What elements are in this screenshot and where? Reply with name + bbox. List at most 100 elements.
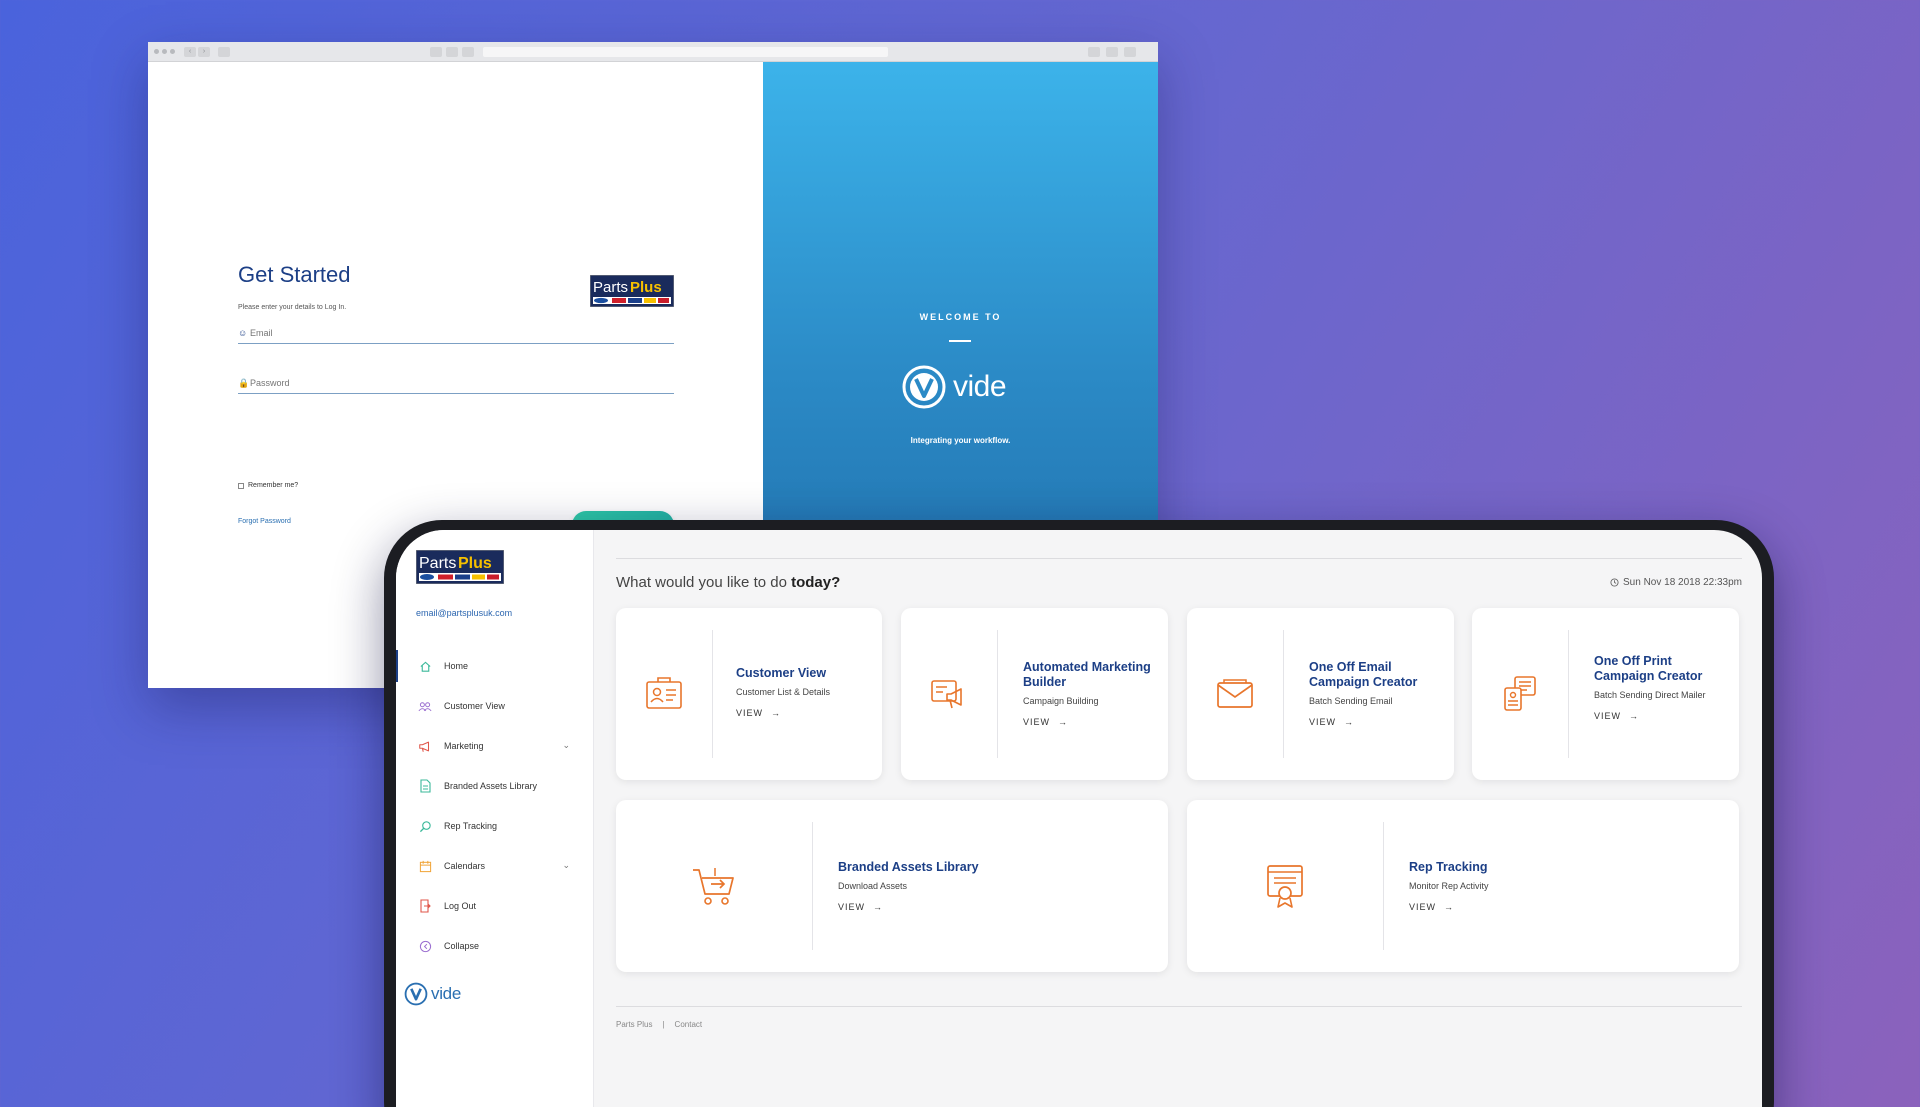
footer-separator: | <box>662 1020 665 1029</box>
window-controls[interactable] <box>154 49 175 54</box>
card-one-off-print-campaign[interactable]: One Off Print Campaign Creator Batch Sen… <box>1472 608 1739 780</box>
arrow-right-icon: → <box>1444 902 1455 912</box>
email-input[interactable] <box>250 328 650 338</box>
arrow-right-icon: → <box>873 902 884 912</box>
email-field[interactable]: ☺ <box>238 324 674 344</box>
card-subtitle: Batch Sending Direct Mailer <box>1594 690 1706 700</box>
card-text: One Off Print Campaign Creator Batch Sen… <box>1594 654 1719 721</box>
partsplus-logo: Parts Plus <box>416 550 504 584</box>
card-subtitle: Customer List & Details <box>736 687 831 697</box>
envelope-icon <box>1187 608 1283 780</box>
card-title: One Off Print Campaign Creator <box>1594 654 1703 683</box>
card-text: Branded Assets Library Download Assets V… <box>838 860 1138 912</box>
password-field[interactable]: 🔒 <box>238 374 674 394</box>
sidebar-item-branded-assets[interactable]: Branded Assets Library <box>396 766 594 806</box>
divider <box>616 1006 1742 1007</box>
remember-me[interactable]: Remember me? <box>238 482 298 489</box>
card-rep-tracking[interactable]: Rep Tracking Monitor Rep Activity VIEW → <box>1187 800 1739 972</box>
tracking-badge-icon <box>1187 800 1383 972</box>
sidebar-toggle-icon[interactable] <box>218 47 230 57</box>
cart-download-icon <box>616 800 812 972</box>
view-link[interactable]: VIEW → <box>1409 902 1709 912</box>
view-link[interactable]: VIEW → <box>1309 717 1444 727</box>
view-link[interactable]: VIEW → <box>1594 711 1719 721</box>
divider <box>712 630 713 758</box>
sidebar-item-customer-view[interactable]: Customer View <box>396 686 594 726</box>
forgot-password-link[interactable]: Forgot Password <box>238 518 291 525</box>
sidebar-item-rep-tracking[interactable]: Rep Tracking <box>396 806 594 846</box>
card-text: Automated Marketing Builder Campaign Bui… <box>1023 660 1153 727</box>
collapse-icon <box>418 939 432 953</box>
print-mailer-icon <box>1472 608 1568 780</box>
vide-wordmark: vide <box>953 370 1007 403</box>
svg-text:Parts: Parts <box>593 279 628 296</box>
card-one-off-email-campaign[interactable]: One Off Email Campaign Creator Batch Sen… <box>1187 608 1454 780</box>
divider <box>616 558 1742 559</box>
card-text: Customer View Customer List & Details VI… <box>736 666 876 718</box>
card-title: Customer View <box>736 666 827 680</box>
back-icon[interactable]: ‹ <box>184 47 196 57</box>
divider <box>949 340 971 342</box>
tabs-icon[interactable] <box>1124 47 1136 57</box>
card-title: Rep Tracking <box>1409 860 1488 874</box>
view-label: VIEW <box>1309 717 1337 727</box>
card-branded-assets-library[interactable]: Branded Assets Library Download Assets V… <box>616 800 1168 972</box>
vide-v-icon <box>902 365 946 409</box>
divider <box>1283 630 1284 758</box>
sidebar-item-label: Customer View <box>444 701 505 711</box>
arrow-right-icon: → <box>771 708 782 718</box>
view-link[interactable]: VIEW → <box>838 902 1138 912</box>
sidebar-item-marketing[interactable]: Marketing ⌄ <box>396 726 594 766</box>
greeting-emphasis: today? <box>791 574 841 591</box>
card-subtitle: Monitor Rep Activity <box>1409 881 1489 891</box>
card-automated-marketing-builder[interactable]: Automated Marketing Builder Campaign Bui… <box>901 608 1168 780</box>
divider <box>1383 822 1384 950</box>
home-icon <box>418 659 432 673</box>
id-card-icon <box>616 608 712 780</box>
sidebar-item-collapse[interactable]: Collapse <box>396 926 594 966</box>
arrow-right-icon: → <box>1629 711 1640 721</box>
home-icon[interactable] <box>430 47 442 57</box>
view-label: VIEW <box>736 708 764 718</box>
footer-brand-link[interactable]: Parts Plus <box>616 1020 652 1029</box>
megaphone-board-icon <box>901 608 997 780</box>
chevron-down-icon[interactable]: ⌄ <box>562 860 570 871</box>
download-icon[interactable] <box>1088 47 1100 57</box>
remember-checkbox[interactable] <box>238 482 244 489</box>
logout-icon <box>418 899 432 913</box>
card-customer-view[interactable]: Customer View Customer List & Details VI… <box>616 608 882 780</box>
chevron-down-icon[interactable]: ⌄ <box>562 740 570 751</box>
login-subtitle: Please enter your details to Log In. <box>238 304 347 311</box>
divider <box>1568 630 1569 758</box>
view-link[interactable]: VIEW → <box>1023 717 1153 727</box>
card-subtitle: Batch Sending Email <box>1309 696 1393 706</box>
view-link[interactable]: VIEW → <box>736 708 876 718</box>
sidebar-item-label: Marketing <box>444 741 484 751</box>
card-text: One Off Email Campaign Creator Batch Sen… <box>1309 660 1444 727</box>
footer: Parts Plus | Contact <box>616 1020 702 1029</box>
datetime-text: Sun Nov 18 2018 22:33pm <box>1623 577 1742 588</box>
address-bar[interactable] <box>483 47 888 57</box>
svg-text:Plus: Plus <box>458 555 492 572</box>
sidebar-item-label: Collapse <box>444 941 480 951</box>
sidebar-item-log-out[interactable]: Log Out <box>396 886 594 926</box>
sidebar-item-calendars[interactable]: Calendars ⌄ <box>396 846 594 886</box>
reader-icon[interactable] <box>462 47 474 57</box>
password-input[interactable] <box>250 378 650 388</box>
footer-contact-link[interactable]: Contact <box>675 1020 703 1029</box>
sidebar-item-home[interactable]: Home <box>396 646 594 686</box>
vide-v-icon <box>404 982 428 1006</box>
share-icon[interactable] <box>1106 47 1118 57</box>
shield-icon[interactable] <box>446 47 458 57</box>
remember-label: Remember me? <box>248 482 299 489</box>
dashboard-screen: Parts Plus email@partsplusuk.com Home Cu… <box>396 530 1762 1107</box>
arrow-right-icon: → <box>1344 717 1355 727</box>
browser-toolbar: ‹ › <box>148 42 1158 62</box>
forward-icon[interactable]: › <box>198 47 210 57</box>
card-title: Automated Marketing Builder <box>1023 660 1151 689</box>
calendar-icon <box>418 859 432 873</box>
clock-icon <box>1610 578 1619 587</box>
vide-logo: vide <box>901 364 1007 410</box>
arrow-right-icon: → <box>1058 717 1069 727</box>
document-icon <box>418 779 432 793</box>
